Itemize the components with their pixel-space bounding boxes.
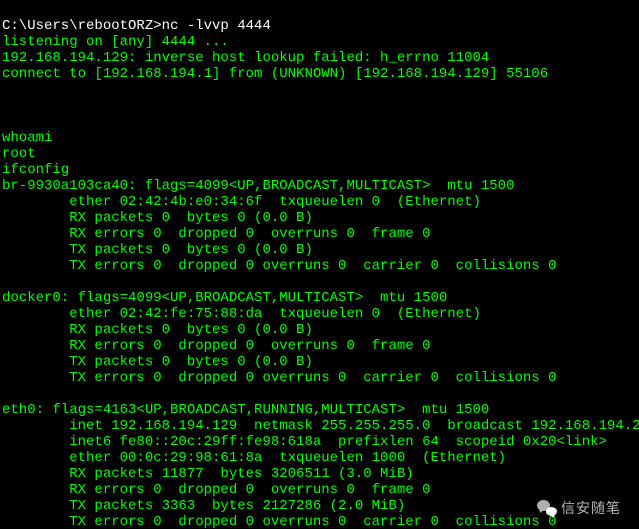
iface-br-header: br-9930a103ca40: flags=4099<UP,BROADCAST… bbox=[2, 178, 514, 194]
listening-line: listening on [any] 4444 ... bbox=[2, 34, 229, 50]
iface-br-txerr: TX errors 0 dropped 0 overruns 0 carrier… bbox=[2, 258, 557, 274]
iface-eth0-ether: ether 00:0c:29:98:61:8a txqueuelen 1000 … bbox=[2, 450, 506, 466]
terminal-window[interactable]: C:\Users\rebootORZ>nc -lvvp 4444 listeni… bbox=[0, 0, 639, 529]
iface-br-rxpkt: RX packets 0 bytes 0 (0.0 B) bbox=[2, 210, 313, 226]
iface-docker-rxpkt: RX packets 0 bytes 0 (0.0 B) bbox=[2, 322, 313, 338]
watermark-text: 信安随笔 bbox=[561, 500, 621, 516]
iface-eth0-header: eth0: flags=4163<UP,BROADCAST,RUNNING,MU… bbox=[2, 402, 489, 418]
watermark: 信安随笔 bbox=[537, 499, 621, 517]
iface-docker-header: docker0: flags=4099<UP,BROADCAST,MULTICA… bbox=[2, 290, 447, 306]
iface-eth0-inet6: inet6 fe80::20c:29ff:fe98:618a prefixlen… bbox=[2, 434, 607, 450]
iface-docker-rxerr: RX errors 0 dropped 0 overruns 0 frame 0 bbox=[2, 338, 430, 354]
iface-docker-txerr: TX errors 0 dropped 0 overruns 0 carrier… bbox=[2, 370, 557, 386]
iface-br-txpkt: TX packets 0 bytes 0 (0.0 B) bbox=[2, 242, 313, 258]
iface-eth0-txpkt: TX packets 3363 bytes 2127286 (2.0 MiB) bbox=[2, 498, 405, 514]
iface-br-rxerr: RX errors 0 dropped 0 overruns 0 frame 0 bbox=[2, 226, 430, 242]
iface-br-ether: ether 02:42:4b:e0:34:6f txqueuelen 0 (Et… bbox=[2, 194, 481, 210]
ifconfig-cmd: ifconfig bbox=[2, 162, 69, 178]
iface-docker-ether: ether 02:42:fe:75:88:da txqueuelen 0 (Et… bbox=[2, 306, 481, 322]
whoami-cmd: whoami bbox=[2, 130, 52, 146]
iface-eth0-inet: inet 192.168.194.129 netmask 255.255.255… bbox=[2, 418, 639, 434]
iface-eth0-txerr: TX errors 0 dropped 0 overruns 0 carrier… bbox=[2, 514, 557, 529]
iface-eth0-rxpkt: RX packets 11877 bytes 3206511 (3.0 MiB) bbox=[2, 466, 414, 482]
wechat-icon bbox=[537, 499, 557, 517]
prompt-line: C:\Users\rebootORZ>nc -lvvp 4444 bbox=[2, 18, 271, 34]
iface-docker-txpkt: TX packets 0 bytes 0 (0.0 B) bbox=[2, 354, 313, 370]
whoami-output: root bbox=[2, 146, 36, 162]
connect-line: connect to [192.168.194.1] from (UNKNOWN… bbox=[2, 66, 548, 82]
lookup-fail-line: 192.168.194.129: inverse host lookup fai… bbox=[2, 50, 489, 66]
iface-eth0-rxerr: RX errors 0 dropped 0 overruns 0 frame 0 bbox=[2, 482, 430, 498]
